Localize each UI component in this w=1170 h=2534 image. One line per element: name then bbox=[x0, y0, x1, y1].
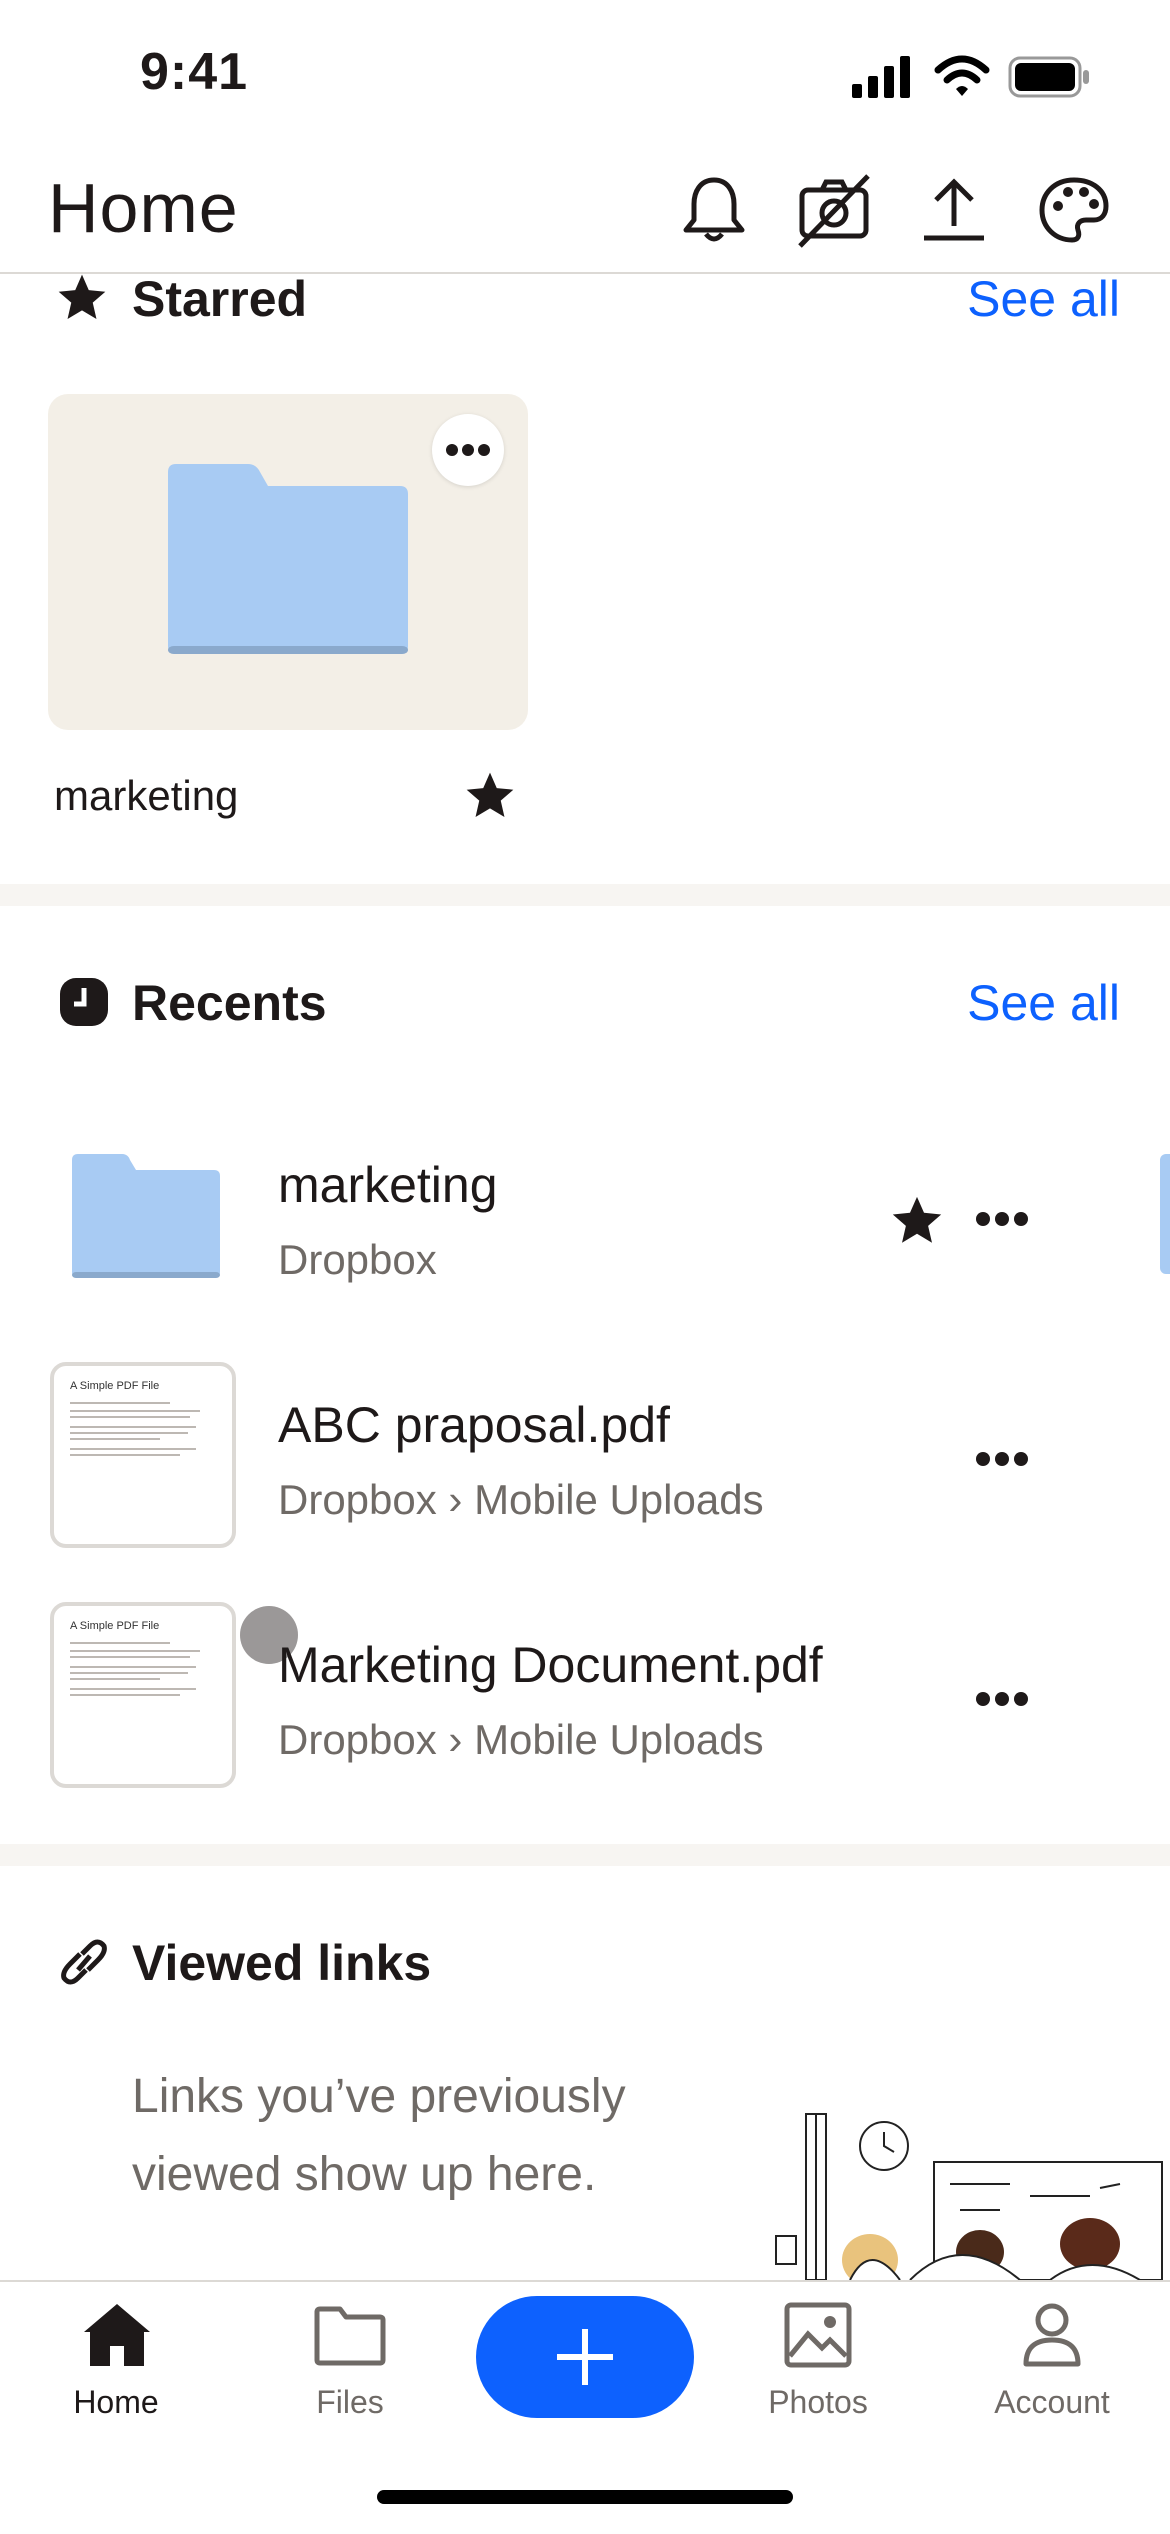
viewed-links-empty-message: Links you’ve previously viewed show up h… bbox=[132, 2070, 626, 2201]
pdf-thumbnail: A Simple PDF File bbox=[50, 1602, 236, 1788]
recent-item-name: ABC praposal.pdf bbox=[278, 1397, 670, 1453]
recent-item-name: Marketing Document.pdf bbox=[278, 1637, 823, 1693]
home-icon bbox=[84, 2304, 150, 2366]
tab-photos[interactable]: Photos bbox=[718, 2290, 918, 2440]
plus-icon bbox=[557, 2329, 613, 2385]
tab-label: Files bbox=[316, 2384, 384, 2420]
account-icon bbox=[1023, 2303, 1081, 2367]
star-icon[interactable] bbox=[888, 1192, 946, 1250]
starred-see-all-link[interactable]: See all bbox=[967, 270, 1120, 328]
palette-icon[interactable] bbox=[1036, 172, 1112, 248]
card-more-button[interactable] bbox=[432, 414, 504, 486]
thumbnail-title: A Simple PDF File bbox=[70, 1620, 160, 1632]
home-indicator bbox=[377, 2490, 793, 2504]
tab-home[interactable]: Home bbox=[16, 2290, 216, 2440]
recent-item-location: Dropbox › Mobile Uploads bbox=[278, 1716, 764, 1763]
tab-files[interactable]: Files bbox=[250, 2290, 450, 2440]
cellular-signal-icon bbox=[852, 56, 910, 98]
photo-icon bbox=[784, 2302, 852, 2368]
star-icon bbox=[58, 274, 106, 319]
page-title: Home bbox=[48, 169, 239, 247]
more-dots-icon[interactable] bbox=[976, 1692, 1028, 1706]
bell-icon[interactable] bbox=[676, 172, 752, 248]
upload-icon[interactable] bbox=[916, 172, 992, 248]
next-folder-peek bbox=[1160, 1154, 1170, 1274]
create-button[interactable] bbox=[476, 2296, 694, 2418]
camera-upload-off-icon[interactable] bbox=[796, 172, 872, 248]
section-divider bbox=[0, 1844, 1170, 1866]
battery-icon bbox=[1008, 56, 1089, 98]
thumbnail-title: A Simple PDF File bbox=[70, 1380, 160, 1392]
folder-icon bbox=[168, 464, 408, 654]
pdf-thumbnail: A Simple PDF File bbox=[50, 1362, 236, 1548]
tab-label: Photos bbox=[768, 2384, 868, 2420]
tab-label: Home bbox=[73, 2384, 159, 2420]
link-icon bbox=[61, 1939, 107, 1985]
recents-see-all-link[interactable]: See all bbox=[967, 974, 1120, 1032]
starred-item-name: marketing bbox=[54, 772, 239, 819]
people-working-illustration bbox=[775, 2113, 1163, 2280]
section-divider bbox=[0, 884, 1170, 906]
starred-title: Starred bbox=[132, 271, 308, 327]
tab-account[interactable]: Account bbox=[952, 2290, 1152, 2440]
more-dots-icon[interactable] bbox=[976, 1452, 1028, 1466]
folder-icon bbox=[72, 1154, 220, 1278]
recents-title: Recents bbox=[132, 975, 327, 1031]
wifi-icon bbox=[934, 55, 990, 96]
status-time: 9:41 bbox=[140, 43, 249, 101]
starred-star-icon[interactable] bbox=[462, 768, 518, 824]
more-dots-icon[interactable] bbox=[976, 1212, 1028, 1226]
recent-item-location: Dropbox bbox=[278, 1236, 437, 1283]
viewed-links-title: Viewed links bbox=[132, 1935, 432, 1991]
folder-icon bbox=[314, 2306, 386, 2366]
recent-item-location: Dropbox › Mobile Uploads bbox=[278, 1476, 764, 1523]
clock-icon bbox=[60, 978, 108, 1026]
tab-label: Account bbox=[994, 2384, 1110, 2420]
recent-item-name: marketing bbox=[278, 1157, 498, 1213]
more-dots-icon bbox=[446, 444, 490, 456]
